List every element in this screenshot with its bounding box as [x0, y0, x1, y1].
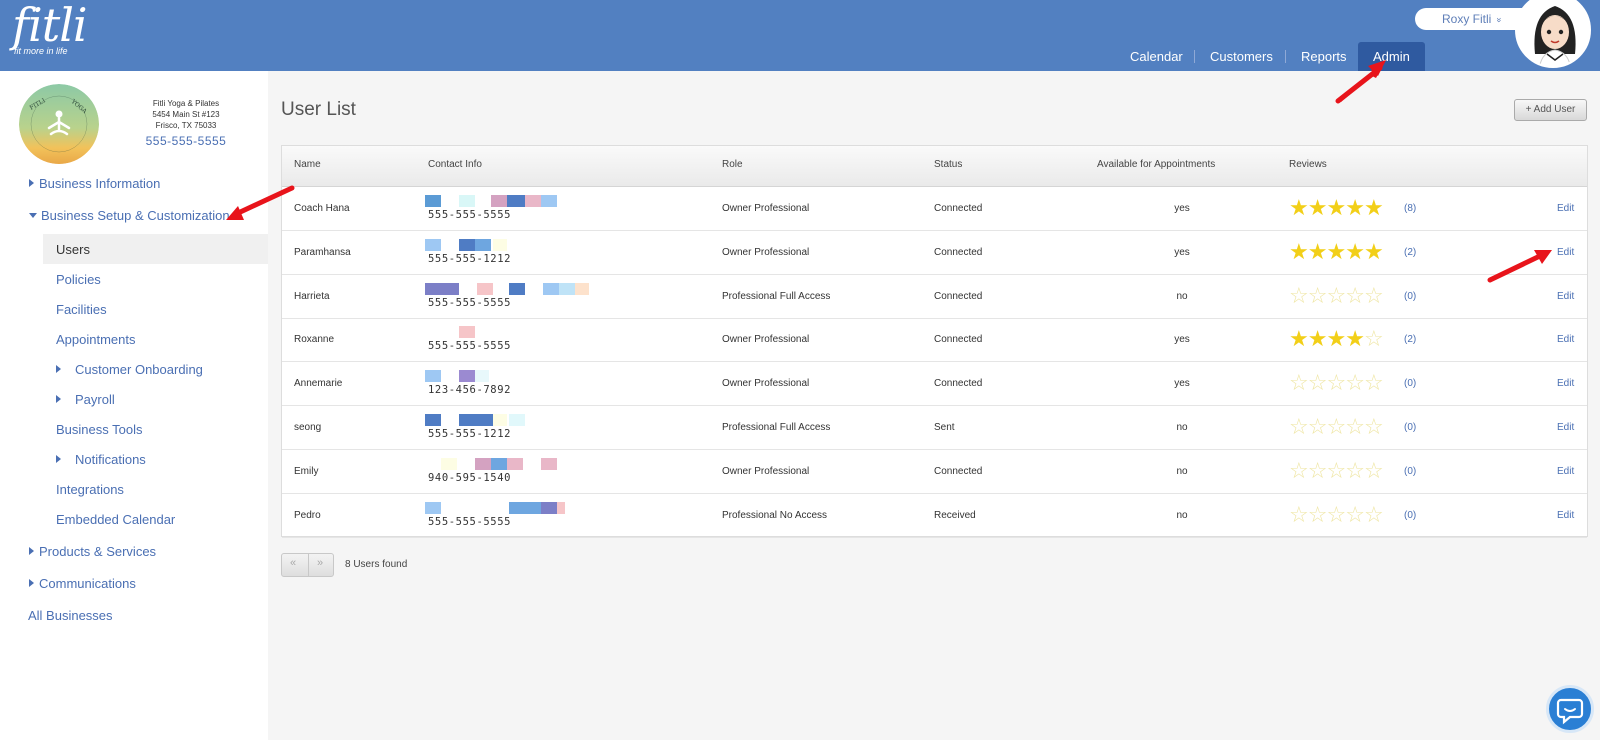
arrow-to-setup-icon [226, 185, 295, 220]
arrow-to-edit-icon [1487, 250, 1552, 283]
annotation-arrows [226, 60, 1552, 283]
arrow-to-admin-icon [1335, 60, 1386, 104]
